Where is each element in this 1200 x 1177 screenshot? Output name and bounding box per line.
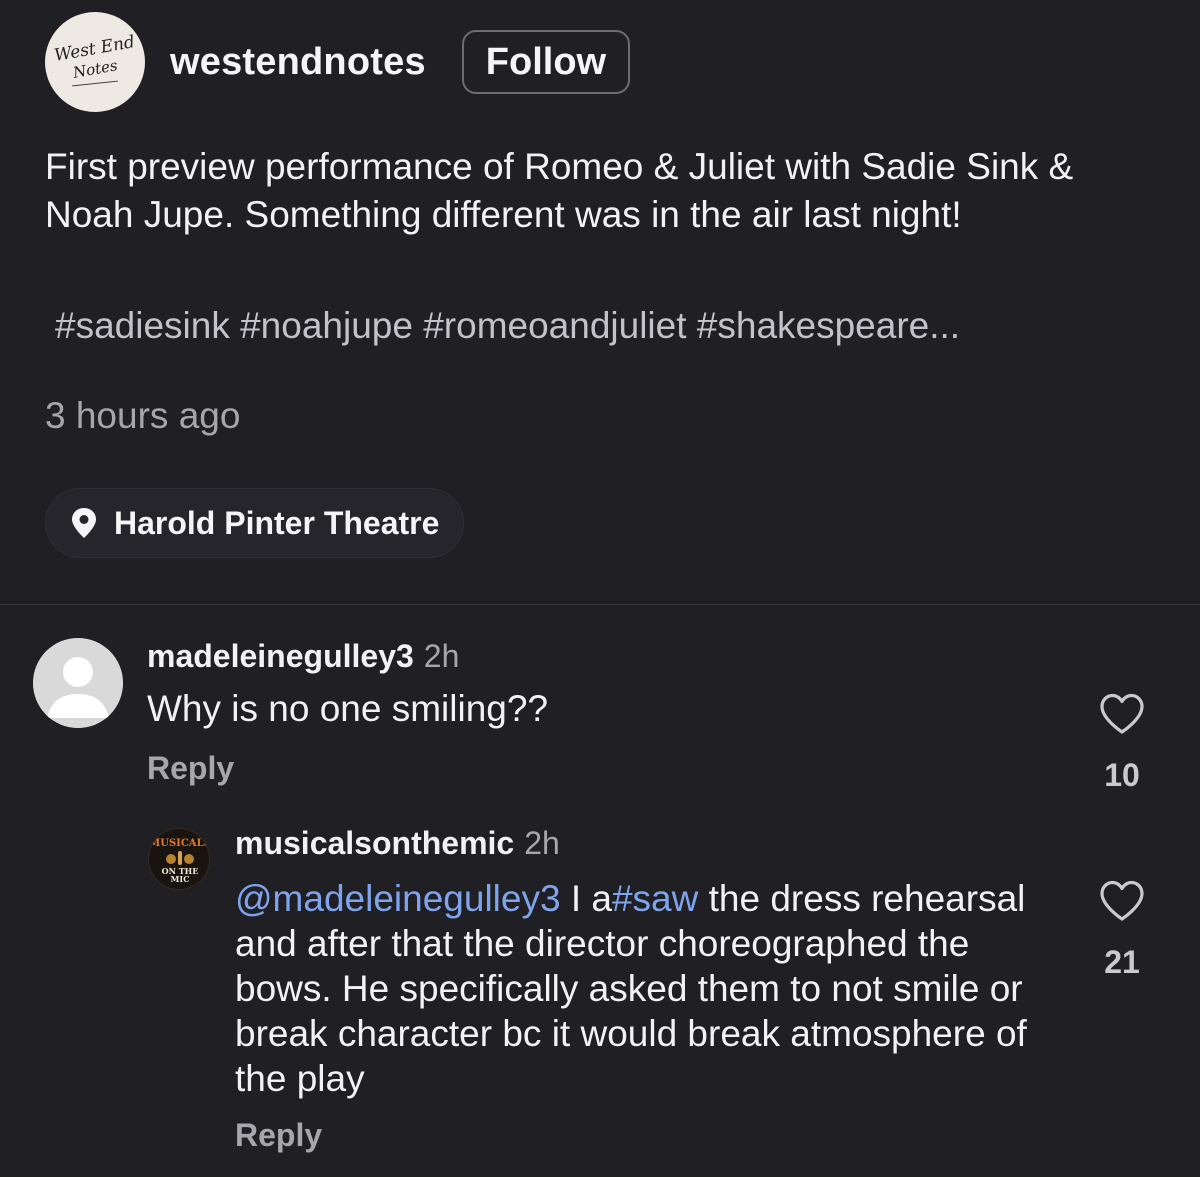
like-count: 21 — [1104, 944, 1140, 980]
default-user-icon[interactable] — [33, 638, 123, 728]
post-header: West End Notes westendnotes Follow — [45, 12, 631, 112]
location-label: Harold Pinter Theatre — [114, 504, 440, 541]
post-timestamp: 3 hours ago — [45, 395, 241, 436]
like-count: 10 — [1104, 757, 1140, 793]
avatar-logo-text: MUSICALS — [149, 838, 210, 849]
follow-button[interactable]: Follow — [461, 30, 631, 94]
comment-username[interactable]: musicalsonthemic — [235, 825, 514, 861]
post-username[interactable]: westendnotes — [170, 41, 426, 84]
comment-time: 2h — [423, 638, 460, 674]
comment-username[interactable]: madeleinegulley3 — [147, 638, 414, 674]
heart-outline-icon[interactable] — [1099, 880, 1145, 922]
comment-text-part: I a — [560, 878, 612, 919]
post-detail-page: West End Notes westendnotes Follow First… — [0, 0, 1200, 1177]
reply-button[interactable]: Reply — [147, 750, 234, 787]
post-caption: First preview performance of Romeo & Jul… — [45, 146, 1074, 235]
mention-link[interactable]: @madeleinegulley3 — [235, 878, 561, 919]
avatar-logo-text: MIC — [171, 874, 190, 884]
heart-outline-icon[interactable] — [1099, 693, 1145, 735]
comment-time: 2h — [524, 825, 560, 861]
reply-button[interactable]: Reply — [235, 1117, 322, 1154]
comment-text: Why is no one smiling?? — [147, 688, 549, 729]
map-pin-icon — [72, 508, 96, 538]
musicals-on-the-mic-avatar[interactable]: MUSICALS ON THE MIC — [148, 828, 210, 890]
comment-text: @madeleinegulley3 I a#saw the dress rehe… — [235, 876, 1055, 1101]
comment-header: musicalsonthemic 2h — [235, 825, 560, 862]
comment-header: madeleinegulley3 2h — [147, 638, 459, 675]
location-tag[interactable]: Harold Pinter Theatre — [45, 488, 465, 558]
profile-avatar[interactable]: West End Notes — [45, 12, 145, 112]
divider — [0, 604, 1200, 605]
post-hashtags[interactable]: #sadiesink #noahjupe #romeoandjuliet #sh… — [55, 305, 960, 347]
hashtag-link[interactable]: #saw — [612, 878, 698, 919]
